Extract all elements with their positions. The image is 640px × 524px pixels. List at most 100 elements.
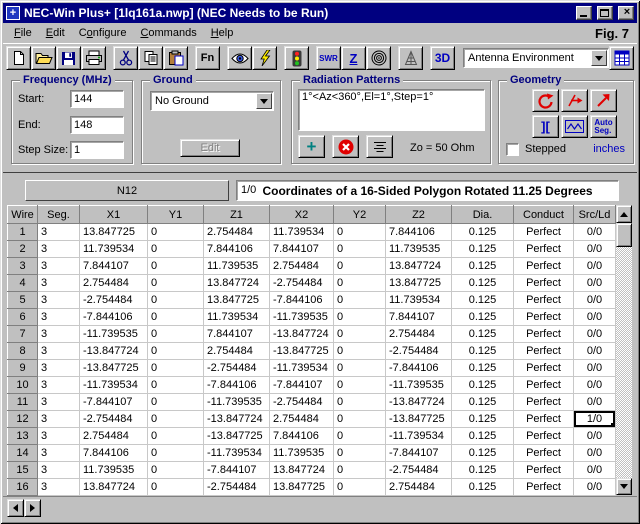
grid-cell[interactable]: -7.844106 bbox=[270, 292, 334, 309]
edit-ground-button[interactable]: Edit bbox=[180, 139, 240, 157]
selected-cell[interactable]: 1/0 bbox=[574, 411, 616, 428]
stepped-checkbox[interactable] bbox=[506, 143, 519, 156]
close-button[interactable]: × bbox=[618, 6, 634, 20]
column-header[interactable]: Conduct bbox=[514, 206, 574, 224]
grid-cell[interactable]: 0 bbox=[334, 445, 386, 462]
grid-cell[interactable]: 0/0 bbox=[574, 479, 616, 496]
grid-cell[interactable]: 0/0 bbox=[574, 462, 616, 479]
grid-cell[interactable]: 0 bbox=[148, 360, 204, 377]
fn-button[interactable]: Fn bbox=[195, 46, 220, 70]
grid-cell[interactable]: -2.754484 bbox=[204, 479, 270, 496]
grid-cell[interactable]: Perfect bbox=[514, 343, 574, 360]
row-header[interactable]: 6 bbox=[8, 309, 38, 326]
wire-wave-button[interactable] bbox=[561, 115, 588, 138]
menu-edit[interactable]: Edit bbox=[39, 25, 72, 41]
grid-cell[interactable]: 13.847724 bbox=[80, 479, 148, 496]
grid-cell[interactable]: -11.739534 bbox=[270, 360, 334, 377]
column-header[interactable]: X2 bbox=[270, 206, 334, 224]
grid-cell[interactable]: 0.125 bbox=[452, 479, 514, 496]
dropdown-button[interactable] bbox=[591, 50, 607, 66]
grid-cell[interactable]: 7.844106 bbox=[386, 224, 452, 241]
grid-cell[interactable]: 0 bbox=[148, 428, 204, 445]
grid-cell[interactable]: 0 bbox=[334, 258, 386, 275]
row-header[interactable]: 10 bbox=[8, 377, 38, 394]
grid-cell[interactable]: -13.847725 bbox=[270, 343, 334, 360]
grid-cell[interactable]: 2.754484 bbox=[80, 275, 148, 292]
grid-cell[interactable]: 0 bbox=[148, 258, 204, 275]
cell-reference-box[interactable]: N12 bbox=[25, 180, 229, 201]
grid-cell[interactable]: 7.844107 bbox=[270, 241, 334, 258]
row-header[interactable]: 4 bbox=[8, 275, 38, 292]
grid-cell[interactable]: -11.739535 bbox=[386, 377, 452, 394]
grid-cell[interactable]: 0/0 bbox=[574, 360, 616, 377]
grid-cell[interactable]: 0 bbox=[334, 224, 386, 241]
new-button[interactable] bbox=[6, 46, 31, 70]
center-pattern-button[interactable] bbox=[366, 135, 393, 158]
grid-cell[interactable]: 0 bbox=[334, 360, 386, 377]
grid-cell[interactable]: Perfect bbox=[514, 309, 574, 326]
grid-cell[interactable]: 0/0 bbox=[574, 445, 616, 462]
view-pattern-button[interactable] bbox=[227, 46, 252, 70]
grid-cell[interactable]: -11.739535 bbox=[80, 326, 148, 343]
grid-cell[interactable]: -13.847724 bbox=[80, 343, 148, 360]
menu-help[interactable]: Help bbox=[204, 25, 241, 41]
rotate-button[interactable] bbox=[532, 89, 559, 112]
grid-cell[interactable]: 3 bbox=[38, 326, 80, 343]
column-header[interactable]: Wire bbox=[8, 206, 38, 224]
grid-cell[interactable]: -2.754484 bbox=[386, 343, 452, 360]
grid-cell[interactable]: 0 bbox=[334, 275, 386, 292]
grid-cell[interactable]: -7.844107 bbox=[80, 394, 148, 411]
grid-cell[interactable]: 7.844107 bbox=[386, 309, 452, 326]
grid-cell[interactable]: 13.847725 bbox=[270, 479, 334, 496]
grid-cell[interactable]: Perfect bbox=[514, 360, 574, 377]
row-header[interactable]: 3 bbox=[8, 258, 38, 275]
grid-cell[interactable]: -11.739535 bbox=[204, 394, 270, 411]
grid-cell[interactable]: 2.754484 bbox=[204, 343, 270, 360]
grid-cell[interactable]: 11.739534 bbox=[80, 241, 148, 258]
column-header[interactable]: Y2 bbox=[334, 206, 386, 224]
environment-dropdown[interactable]: Antenna Environment bbox=[463, 48, 609, 68]
step-size-input[interactable]: 1 bbox=[70, 141, 124, 159]
grid-cell[interactable]: -11.739534 bbox=[386, 428, 452, 445]
grid-cell[interactable]: -2.754484 bbox=[270, 275, 334, 292]
ground-dropdown[interactable]: No Ground bbox=[150, 91, 274, 111]
grid-cell[interactable]: Perfect bbox=[514, 411, 574, 428]
grid-cell[interactable]: Perfect bbox=[514, 258, 574, 275]
column-header[interactable]: Seg. bbox=[38, 206, 80, 224]
grid-cell[interactable]: 3 bbox=[38, 479, 80, 496]
row-header[interactable]: 1 bbox=[8, 224, 38, 241]
row-header[interactable]: 8 bbox=[8, 343, 38, 360]
row-header[interactable]: 5 bbox=[8, 292, 38, 309]
grid-cell[interactable]: 0.125 bbox=[452, 462, 514, 479]
grid-cell[interactable]: 0.125 bbox=[452, 309, 514, 326]
row-header[interactable]: 12 bbox=[8, 411, 38, 428]
grid-cell[interactable]: -7.844106 bbox=[80, 309, 148, 326]
grid-cell[interactable]: 13.847724 bbox=[270, 462, 334, 479]
grid-cell[interactable]: 13.847724 bbox=[204, 275, 270, 292]
grid-cell[interactable]: 0/0 bbox=[574, 343, 616, 360]
grid-cell[interactable]: 0/0 bbox=[574, 394, 616, 411]
grid-cell[interactable]: 3 bbox=[38, 258, 80, 275]
grid-button[interactable] bbox=[609, 46, 634, 70]
ground-dropdown-button[interactable] bbox=[256, 93, 272, 109]
row-header[interactable]: 15 bbox=[8, 462, 38, 479]
grid-cell[interactable]: Perfect bbox=[514, 428, 574, 445]
grid-cell[interactable]: 0/0 bbox=[574, 241, 616, 258]
grid-cell[interactable]: 0 bbox=[148, 292, 204, 309]
grid-cell[interactable]: 0.125 bbox=[452, 343, 514, 360]
grid-cell[interactable]: -7.844107 bbox=[204, 462, 270, 479]
grid-cell[interactable]: 11.739534 bbox=[386, 292, 452, 309]
grid-cell[interactable]: 0.125 bbox=[452, 258, 514, 275]
grid-cell[interactable]: 0/0 bbox=[574, 292, 616, 309]
minimize-button[interactable] bbox=[576, 6, 592, 20]
grid-cell[interactable]: 0 bbox=[148, 343, 204, 360]
column-header[interactable]: Z1 bbox=[204, 206, 270, 224]
grid-cell[interactable]: 0/0 bbox=[574, 377, 616, 394]
grid-cell[interactable]: -13.847725 bbox=[204, 428, 270, 445]
grid-cell[interactable]: 2.754484 bbox=[204, 224, 270, 241]
grid-cell[interactable]: 0/0 bbox=[574, 224, 616, 241]
grid-cell[interactable]: 3 bbox=[38, 428, 80, 445]
grid-cell[interactable]: -13.847724 bbox=[270, 326, 334, 343]
grid-cell[interactable]: 0 bbox=[334, 394, 386, 411]
grid-cell[interactable]: Perfect bbox=[514, 479, 574, 496]
